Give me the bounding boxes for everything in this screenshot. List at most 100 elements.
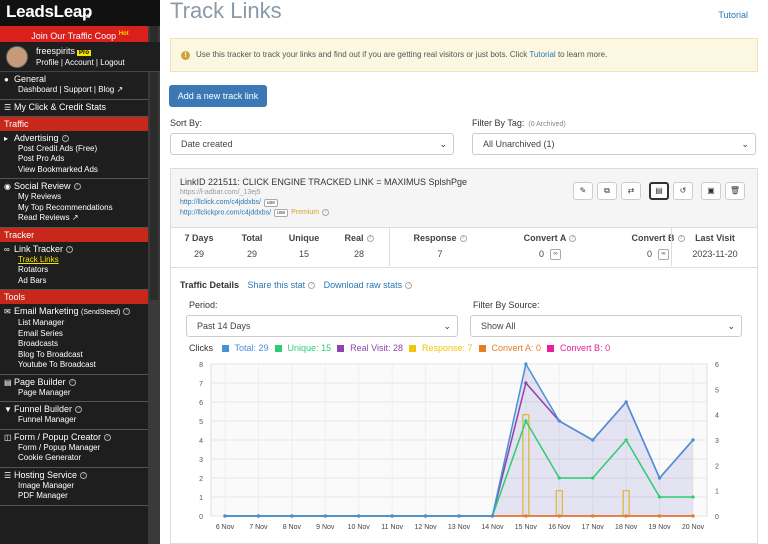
- sidebar-item-my-reviews[interactable]: My Reviews: [4, 192, 156, 203]
- tracking-url-1[interactable]: http://llclick.com/c4jddxbs/: [180, 199, 261, 206]
- copy-icon[interactable]: ⧉: [597, 182, 617, 200]
- y2-tick-label: 3: [715, 438, 719, 445]
- social-review-label[interactable]: Social Review: [14, 181, 71, 191]
- help-icon[interactable]: ?: [308, 282, 316, 290]
- link-tracker-label[interactable]: Link Tracker: [14, 244, 63, 254]
- link-icon[interactable]: ∞: [550, 249, 561, 261]
- link-destination[interactable]: https://l-adbar.com/_13ej5: [180, 189, 261, 196]
- sidebar-item-email-series[interactable]: Email Series: [4, 329, 156, 340]
- general-links[interactable]: Dashboard | Support | Blog: [18, 85, 114, 94]
- link-icon[interactable]: ∞: [658, 249, 669, 261]
- help-icon[interactable]: ?: [73, 183, 81, 191]
- avatar[interactable]: [6, 46, 28, 68]
- advertising-label[interactable]: Advertising: [14, 133, 59, 143]
- y-tick-label: 2: [199, 476, 203, 483]
- data-point: [457, 514, 461, 518]
- user-links[interactable]: Profile | Account | Logout: [36, 58, 125, 67]
- add-track-link-button[interactable]: Add a new track link: [169, 85, 267, 107]
- data-point: [657, 476, 662, 480]
- sidebar-item-cookie-generator[interactable]: Cookie Generator: [4, 453, 156, 464]
- envelope-icon: ✉: [4, 307, 11, 316]
- sidebar-item-list-manager[interactable]: List Manager: [4, 318, 156, 329]
- data-point: [524, 381, 528, 385]
- download-stats-link[interactable]: Download raw stats: [324, 280, 403, 290]
- chart-icon[interactable]: ▤: [649, 182, 669, 200]
- filter-value: All Unarchived (1): [483, 139, 555, 149]
- chevron-down-icon: ⌄: [439, 139, 447, 149]
- sidebar-funnel-builder: ▼ Funnel Builder? Funnel Manager: [0, 402, 160, 430]
- sidebar-item-top-recommendations[interactable]: My Top Recommendations: [4, 203, 156, 214]
- data-point: [624, 514, 628, 518]
- help-icon[interactable]: ?: [80, 471, 88, 479]
- logo[interactable]: LeadsLeap 4.0: [0, 0, 160, 26]
- form-popup-label[interactable]: Form / Popup Creator: [14, 432, 101, 442]
- help-icon[interactable]: ?: [569, 235, 577, 243]
- legend-item[interactable]: Real Visit: 28: [337, 343, 403, 353]
- help-icon[interactable]: ?: [123, 308, 131, 316]
- source-select[interactable]: Show All ⌄: [470, 315, 742, 337]
- traffic-coop-banner[interactable]: Join Our Traffic Coop Hot: [0, 26, 160, 42]
- page-builder-label[interactable]: Page Builder: [14, 377, 66, 387]
- help-icon[interactable]: ?: [459, 235, 467, 243]
- shuffle-icon[interactable]: ⇄: [621, 182, 641, 200]
- archive-icon[interactable]: ▣: [701, 182, 721, 200]
- sidebar-scrollbar[interactable]: [148, 0, 160, 544]
- sidebar-item-track-links[interactable]: Track Links: [4, 255, 156, 266]
- data-point: [524, 362, 528, 366]
- sidebar-item-image-manager[interactable]: Image Manager: [4, 481, 156, 492]
- share-stat-link[interactable]: Share this stat: [248, 280, 306, 290]
- sidebar-item-blog-to-broadcast[interactable]: Blog To Broadcast: [4, 350, 156, 361]
- sidebar-item-bookmarked-ads[interactable]: View Bookmarked Ads: [4, 165, 156, 176]
- chart-legend: Clicks Total: 29 Unique: 15 Real Visit: 28…: [189, 343, 622, 353]
- stat-value: 7: [437, 249, 443, 259]
- sidebar-item-form-popup-manager[interactable]: Form / Popup Manager: [4, 443, 156, 454]
- sidebar-item-pdf-manager[interactable]: PDF Manager: [4, 491, 156, 502]
- help-icon[interactable]: ?: [104, 433, 112, 441]
- help-icon[interactable]: ?: [66, 245, 74, 253]
- sort-select[interactable]: Date created ⌄: [170, 133, 454, 155]
- data-point: [557, 419, 561, 423]
- reset-icon[interactable]: ↺: [673, 182, 693, 200]
- sidebar-item-youtube-to-broadcast[interactable]: Youtube To Broadcast: [4, 360, 156, 371]
- filter-select[interactable]: All Unarchived (1) ⌄: [472, 133, 756, 155]
- sidebar-item-post-pro-ads[interactable]: Post Pro Ads: [4, 154, 156, 165]
- legend-label: Response: 7: [421, 343, 473, 353]
- use-button[interactable]: use: [274, 209, 289, 218]
- tracking-url-2[interactable]: http://llclickpro.com/c4jddxbs/: [180, 209, 271, 216]
- legend-item[interactable]: Response: 7: [408, 343, 473, 353]
- help-icon[interactable]: ?: [322, 209, 330, 216]
- help-icon[interactable]: ?: [75, 406, 83, 414]
- sidebar-item-page-manager[interactable]: Page Manager: [4, 388, 156, 399]
- use-button[interactable]: use: [263, 199, 278, 207]
- traffic-details-panel: Traffic Details Share this stat? Downloa…: [170, 268, 758, 544]
- edit-icon[interactable]: ✎: [573, 182, 593, 200]
- sidebar-item-funnel-manager[interactable]: Funnel Manager: [4, 415, 156, 426]
- funnel-builder-label[interactable]: Funnel Builder: [14, 404, 72, 414]
- x-tick-label: 10 Nov: [348, 524, 371, 531]
- help-icon[interactable]: ?: [405, 282, 413, 290]
- stat-convert-a: Convert A? 0 ∞: [490, 228, 610, 266]
- email-marketing-label[interactable]: Email Marketing: [14, 306, 79, 316]
- sidebar-item-read-reviews[interactable]: Read Reviews: [18, 213, 70, 222]
- help-icon[interactable]: ?: [366, 235, 374, 243]
- help-icon[interactable]: ?: [61, 134, 69, 142]
- legend-item[interactable]: Convert A: 0: [478, 343, 541, 353]
- sidebar-item-broadcasts[interactable]: Broadcasts: [4, 339, 156, 350]
- period-select[interactable]: Past 14 Days ⌄: [186, 315, 458, 337]
- legend-item[interactable]: Convert B: 0: [547, 343, 610, 353]
- stat-real: Real? 28: [331, 228, 387, 266]
- legend-item[interactable]: Unique: 15: [274, 343, 331, 353]
- sidebar-item-ad-bars[interactable]: Ad Bars: [4, 276, 156, 287]
- help-icon[interactable]: ?: [68, 378, 76, 386]
- sidebar-click-credit[interactable]: ☰ My Click & Credit Stats: [0, 100, 160, 117]
- notice-tutorial-link[interactable]: Tutorial: [529, 50, 555, 59]
- data-point: [223, 514, 227, 518]
- trash-icon[interactable]: 🗑: [725, 182, 745, 200]
- tutorial-link[interactable]: Tutorial: [718, 10, 748, 20]
- legend-item[interactable]: Total: 29: [221, 343, 269, 353]
- general-label[interactable]: General: [14, 74, 46, 84]
- sidebar-item-post-credit-ads[interactable]: Post Credit Ads (Free): [4, 144, 156, 155]
- category-traffic: Traffic: [0, 116, 160, 131]
- sidebar-item-rotators[interactable]: Rotators: [4, 265, 156, 276]
- hosting-label[interactable]: Hosting Service: [14, 470, 77, 480]
